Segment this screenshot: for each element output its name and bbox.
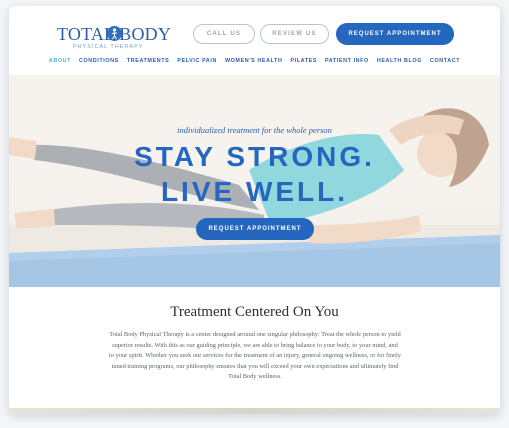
main-nav: ABOUT CONDITIONS TREATMENTS PELVIC PAIN … [9, 58, 500, 70]
nav-item-patient-info[interactable]: PATIENT INFO [325, 58, 369, 70]
nav-item-treatments[interactable]: TREATMENTS [127, 58, 169, 70]
hero-headline-line1: STAY STRONG. [134, 141, 375, 172]
nav-item-contact[interactable]: CONTACT [430, 58, 460, 70]
intro-line: tuned training programs, our philosophy … [111, 362, 399, 370]
section-title: Treatment Centered On You [170, 304, 339, 320]
nav-item-about[interactable]: ABOUT [49, 58, 71, 70]
intro-line: superior results. With this as our guidi… [112, 341, 398, 349]
intro-line: Total Body Physical Therapy is a center … [109, 331, 401, 338]
hero-request-appointment-button[interactable]: REQUEST APPOINTMENT [196, 218, 314, 240]
intro-line: to your spirit. Whether you seek our ser… [109, 352, 401, 359]
logo[interactable]: TOTAL BODY PHYSICAL THERAPY [57, 24, 171, 52]
logo-figure-icon [107, 26, 122, 41]
nav-item-pilates[interactable]: PILATES [290, 58, 317, 70]
hero-tagline: individualized treatment for the whole p… [177, 125, 332, 135]
intro-line: Total Body wellness. [228, 373, 282, 380]
nav-item-pelvic-pain[interactable]: PELVIC PAIN [177, 58, 217, 70]
nav-item-health-blog[interactable]: HEALTH BLOG [377, 58, 422, 70]
nav-item-womens-health[interactable]: WOMEN'S HEALTH [225, 58, 283, 70]
hero-banner: individualized treatment for the whole p… [9, 75, 500, 287]
nav-item-conditions[interactable]: CONDITIONS [79, 58, 119, 70]
hero-headline-line2: LIVE WELL. [160, 176, 349, 207]
call-us-button[interactable]: CALL US [193, 24, 255, 44]
intro-paragraph: Total Body Physical Therapy is a center … [83, 330, 427, 383]
review-us-button[interactable]: REVIEW US [260, 24, 329, 44]
request-appointment-button[interactable]: REQUEST APPOINTMENT [336, 23, 454, 45]
logo-subtext: PHYSICAL THERAPY [73, 44, 144, 50]
browser-frame: TOTAL BODY PHYSICAL THERAPY CALL US REVI… [9, 6, 500, 414]
next-section-image-edge [9, 408, 500, 414]
